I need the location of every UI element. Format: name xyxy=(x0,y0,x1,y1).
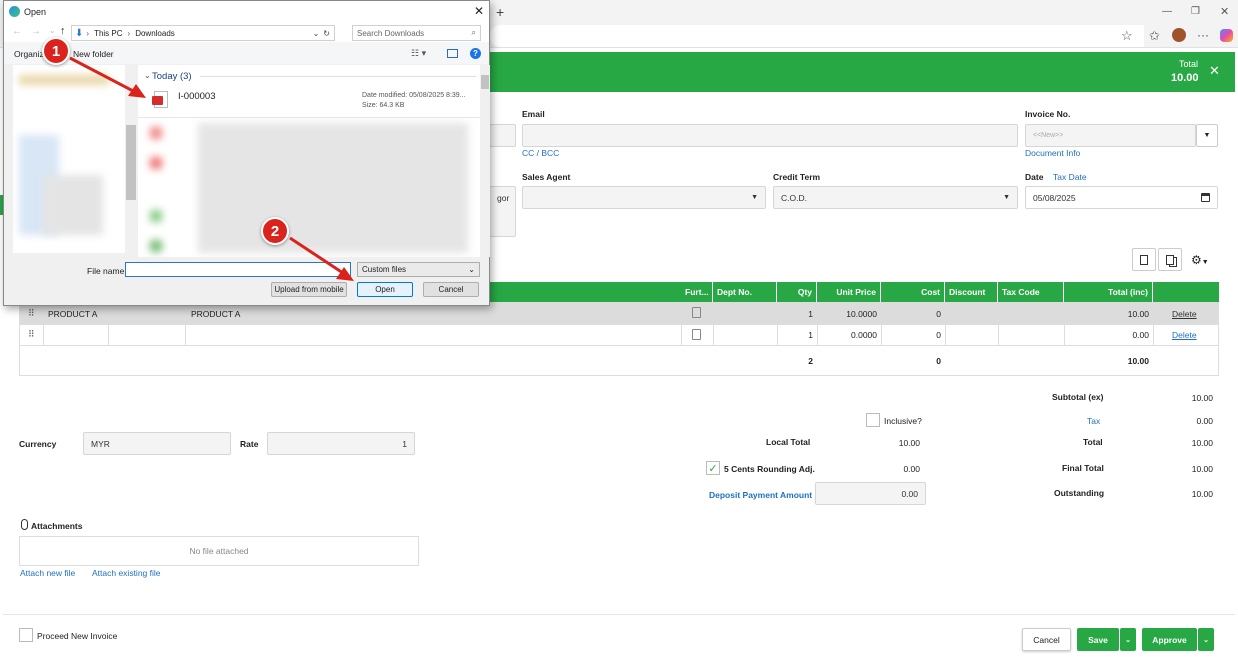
arrow-one xyxy=(69,56,136,94)
step-marker-2: 2 xyxy=(261,217,289,245)
arrow-two xyxy=(289,236,344,275)
step-marker-1: 1 xyxy=(42,37,70,65)
annotation-arrows xyxy=(69,56,354,281)
